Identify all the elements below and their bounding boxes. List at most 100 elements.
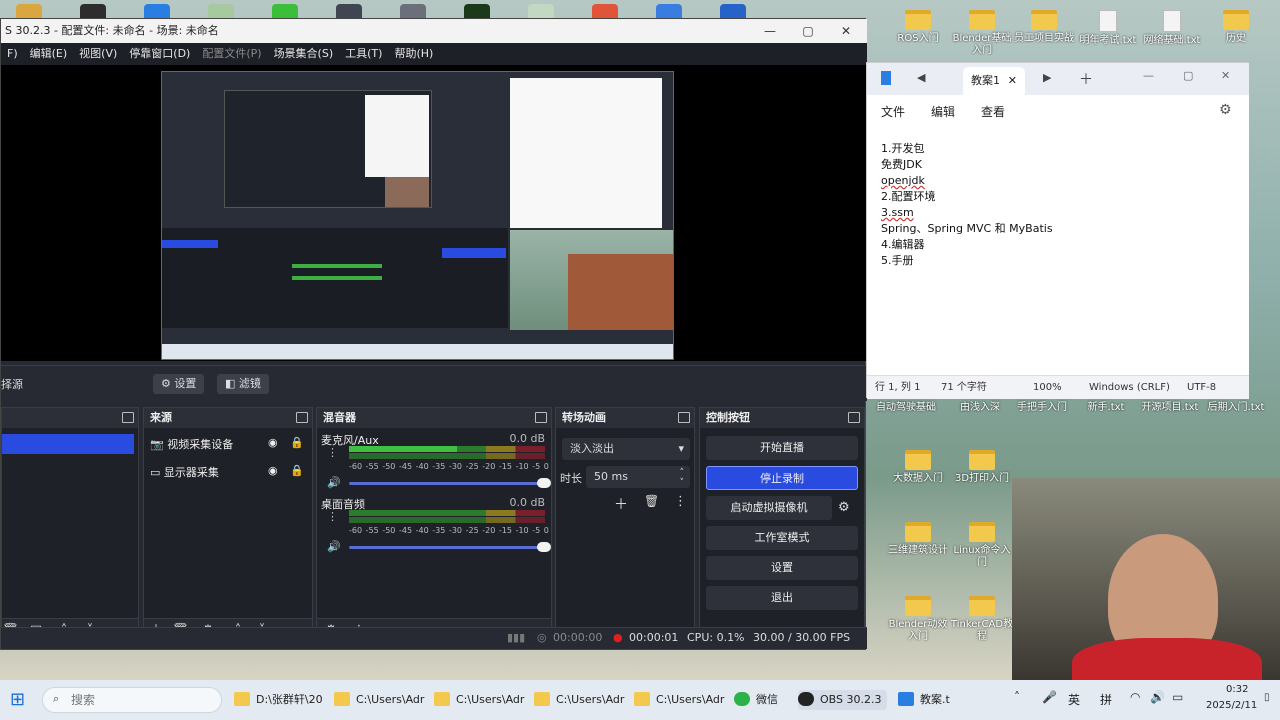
desktop-folder-icon[interactable]: Blender动效入门	[886, 596, 950, 643]
trash-icon[interactable]: 🗑	[644, 494, 659, 508]
desktop-folder-icon[interactable]: 员工项目实战	[1012, 10, 1076, 45]
search-input[interactable]	[71, 691, 211, 709]
preview-canvas[interactable]	[1, 65, 867, 361]
studio-mode-button[interactable]: 工作室模式	[706, 526, 858, 550]
undock-icon[interactable]	[122, 412, 134, 423]
chevron-up-icon[interactable]: ˄	[1014, 690, 1020, 704]
desktop-folder-icon[interactable]: 三维建筑设计	[886, 522, 950, 557]
volume-slider[interactable]	[349, 478, 551, 488]
desktop-file-icon[interactable]: 后期入门.txt	[1204, 402, 1268, 414]
lock-icon[interactable]: 🔒	[290, 436, 304, 449]
menu-view[interactable]: 查看	[981, 103, 1005, 120]
desktop-folder-icon[interactable]: 手把手入门	[1010, 402, 1074, 414]
slider-handle[interactable]	[537, 542, 551, 552]
tab-document[interactable]: 教案1 ✕	[963, 67, 1025, 95]
menu-file[interactable]: 文件	[881, 103, 905, 120]
start-streaming-button[interactable]: 开始直播	[706, 436, 858, 460]
settings-button[interactable]: 设置	[706, 556, 858, 580]
desktop-folder-icon[interactable]: 大数据入门	[886, 450, 950, 485]
new-tab-icon[interactable]: ＋	[1079, 69, 1093, 89]
menu-view[interactable]: 视图(V)	[73, 43, 123, 65]
desktop-file-icon[interactable]: 明年考试.txt	[1076, 10, 1140, 47]
taskbar-explorer-item[interactable]: C:\Users\Adr	[434, 690, 524, 710]
notepad-text-area[interactable]: 1.开发包 免费JDK openjdk 2.配置环境 3.ssm Spring、…	[867, 127, 1249, 375]
speaker-icon[interactable]: 🔊	[327, 476, 341, 489]
tab-forward-icon[interactable]: ▶	[1043, 71, 1051, 84]
desktop-folder-icon[interactable]: 由浅入深	[948, 402, 1012, 414]
volume-slider[interactable]	[349, 542, 551, 552]
desktop-folder-icon[interactable]: 自动驾驶基础	[874, 402, 938, 414]
menu-edit[interactable]: 编辑(E)	[24, 43, 74, 65]
windows-start-icon[interactable]: ⊞	[10, 690, 30, 710]
notification-icon[interactable]: ▯	[1264, 692, 1270, 703]
more-options-icon[interactable]: ⋮	[327, 446, 338, 459]
clock-date[interactable]: 2025/2/11	[1206, 700, 1257, 711]
close-icon[interactable]: ✕	[1008, 67, 1017, 95]
taskbar-notepad-item[interactable]: 教案.t	[898, 690, 950, 710]
desktop-folder-icon[interactable]: Blender基础入门	[950, 10, 1014, 57]
menu-tools[interactable]: 工具(T)	[339, 43, 388, 65]
more-options-icon[interactable]: ⋮	[674, 494, 687, 509]
desktop-folder-icon[interactable]: 历史	[1204, 10, 1268, 45]
menu-scene-collection[interactable]: 场景集合(S)	[268, 43, 340, 65]
duration-spinbox[interactable]: 50 ms ˄ ˅	[586, 466, 690, 488]
add-icon[interactable]: ＋	[614, 494, 628, 514]
undock-icon[interactable]	[848, 412, 860, 423]
exit-button[interactable]: 退出	[706, 586, 858, 610]
eye-icon[interactable]: ◉	[268, 464, 278, 477]
menu-file[interactable]: F)	[1, 43, 24, 65]
start-virtual-camera-button[interactable]: 启动虚拟摄像机	[706, 496, 832, 520]
menu-edit[interactable]: 编辑	[931, 103, 955, 120]
taskbar-explorer-item[interactable]: C:\Users\Adr	[334, 690, 424, 710]
gear-icon[interactable]: ⚙	[1219, 102, 1232, 118]
undock-icon[interactable]	[535, 412, 547, 423]
source-item[interactable]: ▭ 显示器采集 ◉ 🔒	[150, 464, 308, 482]
more-options-icon[interactable]: ⋮	[327, 510, 338, 523]
desktop-folder-icon[interactable]: Linux命令入门	[950, 522, 1014, 569]
taskbar-search[interactable]: ⌕	[42, 687, 222, 713]
stop-recording-button[interactable]: 停止录制	[706, 466, 858, 490]
ime-mode[interactable]: 拼	[1100, 691, 1112, 708]
scene-item-selected[interactable]	[2, 434, 134, 454]
taskbar-explorer-item[interactable]: C:\Users\Adr	[634, 690, 724, 710]
obs-titlebar[interactable]: S 30.2.3 - 配置文件: 未命名 - 场景: 未命名 — ▢ ✕	[1, 19, 867, 43]
minimize-button[interactable]: —	[1143, 69, 1154, 82]
undock-icon[interactable]	[296, 412, 308, 423]
maximize-button[interactable]: ▢	[789, 19, 827, 43]
desktop-file-icon[interactable]: 新手.txt	[1074, 402, 1138, 414]
clock-time[interactable]: 0:32	[1226, 684, 1248, 695]
taskbar-explorer-item[interactable]: D:\张群轩\20	[234, 690, 323, 710]
menu-docks[interactable]: 停靠窗口(D)	[123, 43, 196, 65]
taskbar-obs-item[interactable]: OBS 30.2.3	[798, 690, 888, 710]
maximize-button[interactable]: ▢	[1183, 69, 1193, 82]
close-button[interactable]: ✕	[827, 19, 865, 43]
taskbar-explorer-item[interactable]: C:\Users\Adr	[534, 690, 624, 710]
eye-icon[interactable]: ◉	[268, 436, 278, 449]
gear-icon[interactable]: ⚙	[838, 500, 850, 515]
slider-handle[interactable]	[537, 478, 551, 488]
source-settings-button[interactable]: ⚙ 设置	[153, 374, 205, 394]
source-item[interactable]: 📷 视频采集设备 ◉ 🔒	[150, 436, 308, 454]
desktop-folder-icon[interactable]: 3D打印入门	[950, 450, 1014, 485]
wifi-icon[interactable]: ◠	[1130, 690, 1140, 704]
menu-profile[interactable]: 配置文件(P)	[196, 43, 267, 65]
menu-help[interactable]: 帮助(H)	[388, 43, 439, 65]
speaker-icon[interactable]: 🔊	[327, 540, 341, 553]
lock-icon[interactable]: 🔒	[290, 464, 304, 477]
tab-back-icon[interactable]: ◀	[917, 71, 925, 84]
close-button[interactable]: ✕	[1221, 69, 1230, 82]
source-filters-button[interactable]: ◧ 滤镜	[217, 374, 269, 394]
transition-select[interactable]: 淡入淡出 ▾	[562, 438, 690, 460]
desktop-folder-icon[interactable]: ROS入门	[886, 10, 950, 45]
minimize-button[interactable]: —	[751, 19, 789, 43]
volume-icon[interactable]: 🔊	[1150, 690, 1165, 704]
input-language[interactable]: 英	[1068, 691, 1080, 708]
desktop-folder-icon[interactable]: TinkerCAD教程	[950, 596, 1014, 643]
desktop-file-icon[interactable]: 开源项目.txt	[1138, 402, 1202, 414]
desktop-file-icon[interactable]: 网络基础.txt	[1140, 10, 1204, 47]
taskbar-wechat-item[interactable]: 微信	[734, 690, 778, 710]
chevron-down-icon[interactable]: ˅	[680, 472, 685, 494]
battery-icon[interactable]: ▭	[1172, 690, 1183, 704]
undock-icon[interactable]	[678, 412, 690, 423]
microphone-icon[interactable]: 🎤	[1042, 690, 1057, 704]
